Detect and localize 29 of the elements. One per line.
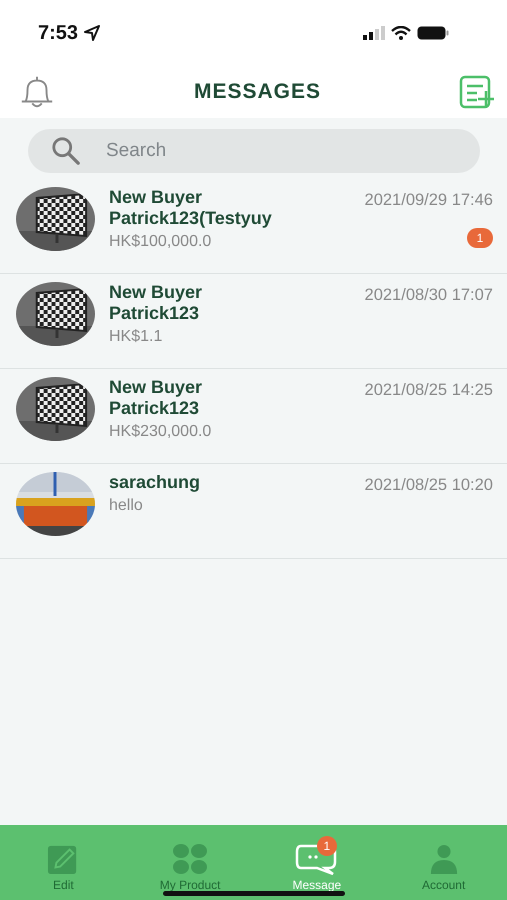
buyer-name: sarachung: [109, 472, 202, 493]
person-icon: [428, 842, 459, 874]
unread-count: 1: [467, 228, 493, 248]
message-time: 2021/09/29 17:46: [364, 191, 493, 210]
message-preview: HK$1.1: [109, 328, 164, 346]
message-preview: HK$230,000.0: [109, 423, 212, 441]
conversation-item[interactable]: sarachung hello 2021/08/25 10:20: [0, 464, 507, 559]
message-time: 2021/08/25 10:20: [364, 476, 493, 495]
new-note-icon[interactable]: [459, 75, 495, 109]
search-icon: [50, 136, 82, 166]
grid-icon: [172, 842, 208, 874]
search-field[interactable]: Search: [28, 129, 480, 173]
message-preview: HK$100,000.0: [109, 233, 212, 251]
page-title: MESSAGES: [194, 80, 322, 104]
buyer-name: New Buyer Patrick123: [109, 282, 204, 324]
wifi-icon: [391, 26, 411, 40]
location-arrow-icon: [84, 25, 100, 41]
message-preview: hello: [109, 497, 144, 515]
message-time: 2021/08/25 14:25: [364, 381, 493, 400]
status-time: 7:53: [38, 22, 78, 44]
signal-icon: [363, 26, 385, 40]
buyer-name: New Buyer Patrick123: [109, 377, 204, 419]
battery-icon: [417, 26, 449, 40]
conversation-item[interactable]: New Buyer Patrick123(Testyuy HK$100,000.0 2021/09/29 17:46 1: [0, 179, 507, 274]
notification-badge: 1: [316, 836, 337, 856]
message-time: 2021/08/30 17:07: [364, 286, 493, 305]
conversation-item[interactable]: New Buyer Patrick123 HK$230,000.0 2021/08/25 14:25: [0, 369, 507, 464]
conversation-item[interactable]: New Buyer Patrick123 HK$1.1 2021/08/30 17:07: [0, 274, 507, 369]
buyer-name: New Buyer Patrick123(Testyuy: [109, 187, 273, 229]
